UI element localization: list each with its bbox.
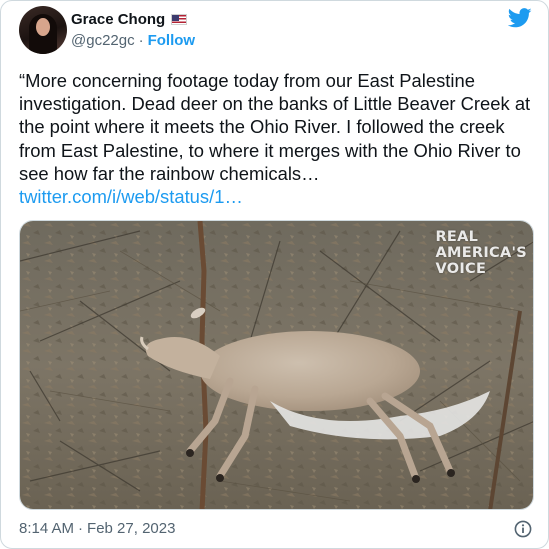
- tweet-media-video[interactable]: REAL AMERICA'S VOICE: [19, 220, 534, 510]
- watermark-line-1: REAL: [435, 229, 479, 245]
- twitter-bird-icon[interactable]: [508, 8, 532, 28]
- author-handle-row: @gc22gc · Follow: [71, 32, 195, 49]
- author-name-row: Grace Chong: [71, 11, 188, 28]
- tweet-date[interactable]: Feb 27, 2023: [87, 520, 175, 537]
- separator-dot: ·: [138, 32, 144, 49]
- us-flag-icon: [171, 14, 188, 25]
- separator-dot: ·: [78, 520, 84, 537]
- watermark-line-2: AMERICA'S: [435, 245, 527, 261]
- display-name[interactable]: Grace Chong: [71, 11, 165, 28]
- avatar[interactable]: [19, 6, 67, 54]
- follow-button[interactable]: Follow: [148, 32, 196, 49]
- tweet-link[interactable]: twitter.com/i/web/status/1…: [19, 186, 243, 207]
- tweet-text: “More concerning footage today from our …: [19, 69, 531, 208]
- tweet-body: “More concerning footage today from our …: [19, 70, 531, 184]
- watermark-line-3: VOICE: [435, 261, 487, 277]
- author-handle[interactable]: @gc22gc: [71, 32, 135, 49]
- media-watermark: REAL AMERICA'S VOICE: [435, 229, 527, 277]
- tweet-card: Grace Chong @gc22gc · Follow “More conce…: [0, 0, 549, 549]
- tweet-time[interactable]: 8:14 AM: [19, 520, 74, 537]
- info-icon[interactable]: [514, 520, 532, 538]
- tweet-timestamp[interactable]: 8:14 AM · Feb 27, 2023: [19, 520, 175, 537]
